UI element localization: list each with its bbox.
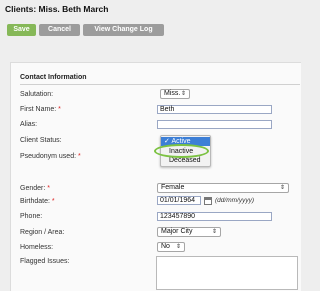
section-title: Contact Information [20,74,87,81]
region-label: Region / Area: [20,229,65,236]
pseudonym-label: Pseudonym used: * [20,153,81,160]
required-marker: * [78,153,81,160]
phone-field[interactable]: 123457890 [157,212,272,221]
section-divider [20,84,300,85]
required-marker: * [47,185,50,192]
alias-label: Alias: [20,121,38,128]
phone-label: Phone: [20,213,43,220]
client-status-label: Client Status: [20,137,62,144]
date-format-hint: (dd/mm/yyyy) [215,197,254,204]
highlight-ring [154,144,209,158]
alias-field[interactable] [157,120,272,129]
homeless-select[interactable]: No ⇕ [157,242,185,252]
homeless-label: Homeless: [20,244,54,251]
gender-value: Female [161,184,185,191]
first-name-label: First Name: * [20,106,61,113]
birthdate-field[interactable]: 01/01/1964 [157,196,201,205]
view-change-log-button[interactable]: View Change Log [83,24,164,36]
salutation-label: Salutation: [20,91,54,98]
first-name-field[interactable]: Beth [157,105,272,114]
updown-arrow-icon: ⇕ [175,244,181,250]
page-title: Clients: Miss. Beth March [5,4,109,14]
cancel-button[interactable]: Cancel [39,24,80,36]
flagged-issues-label: Flagged Issues: [20,258,70,265]
save-button[interactable]: Save [7,24,36,36]
gender-select[interactable]: Female ⇕ [157,183,289,193]
salutation-select[interactable]: Miss. ⇕ [160,89,190,99]
updown-arrow-icon: ⇕ [279,185,285,191]
updown-arrow-icon: ⇕ [180,91,186,97]
region-value: Major City [161,228,193,235]
required-marker: * [58,106,61,113]
calendar-icon[interactable] [204,197,212,205]
region-select[interactable]: Major City ⇕ [157,227,221,237]
birthdate-label: Birthdate: * [20,198,55,205]
gender-label: Gender: * [20,185,50,192]
flagged-issues-textarea[interactable] [156,256,298,290]
required-marker: * [51,198,55,205]
salutation-value: Miss. [164,90,181,97]
homeless-value: No [161,243,170,250]
updown-arrow-icon: ⇕ [211,229,217,235]
